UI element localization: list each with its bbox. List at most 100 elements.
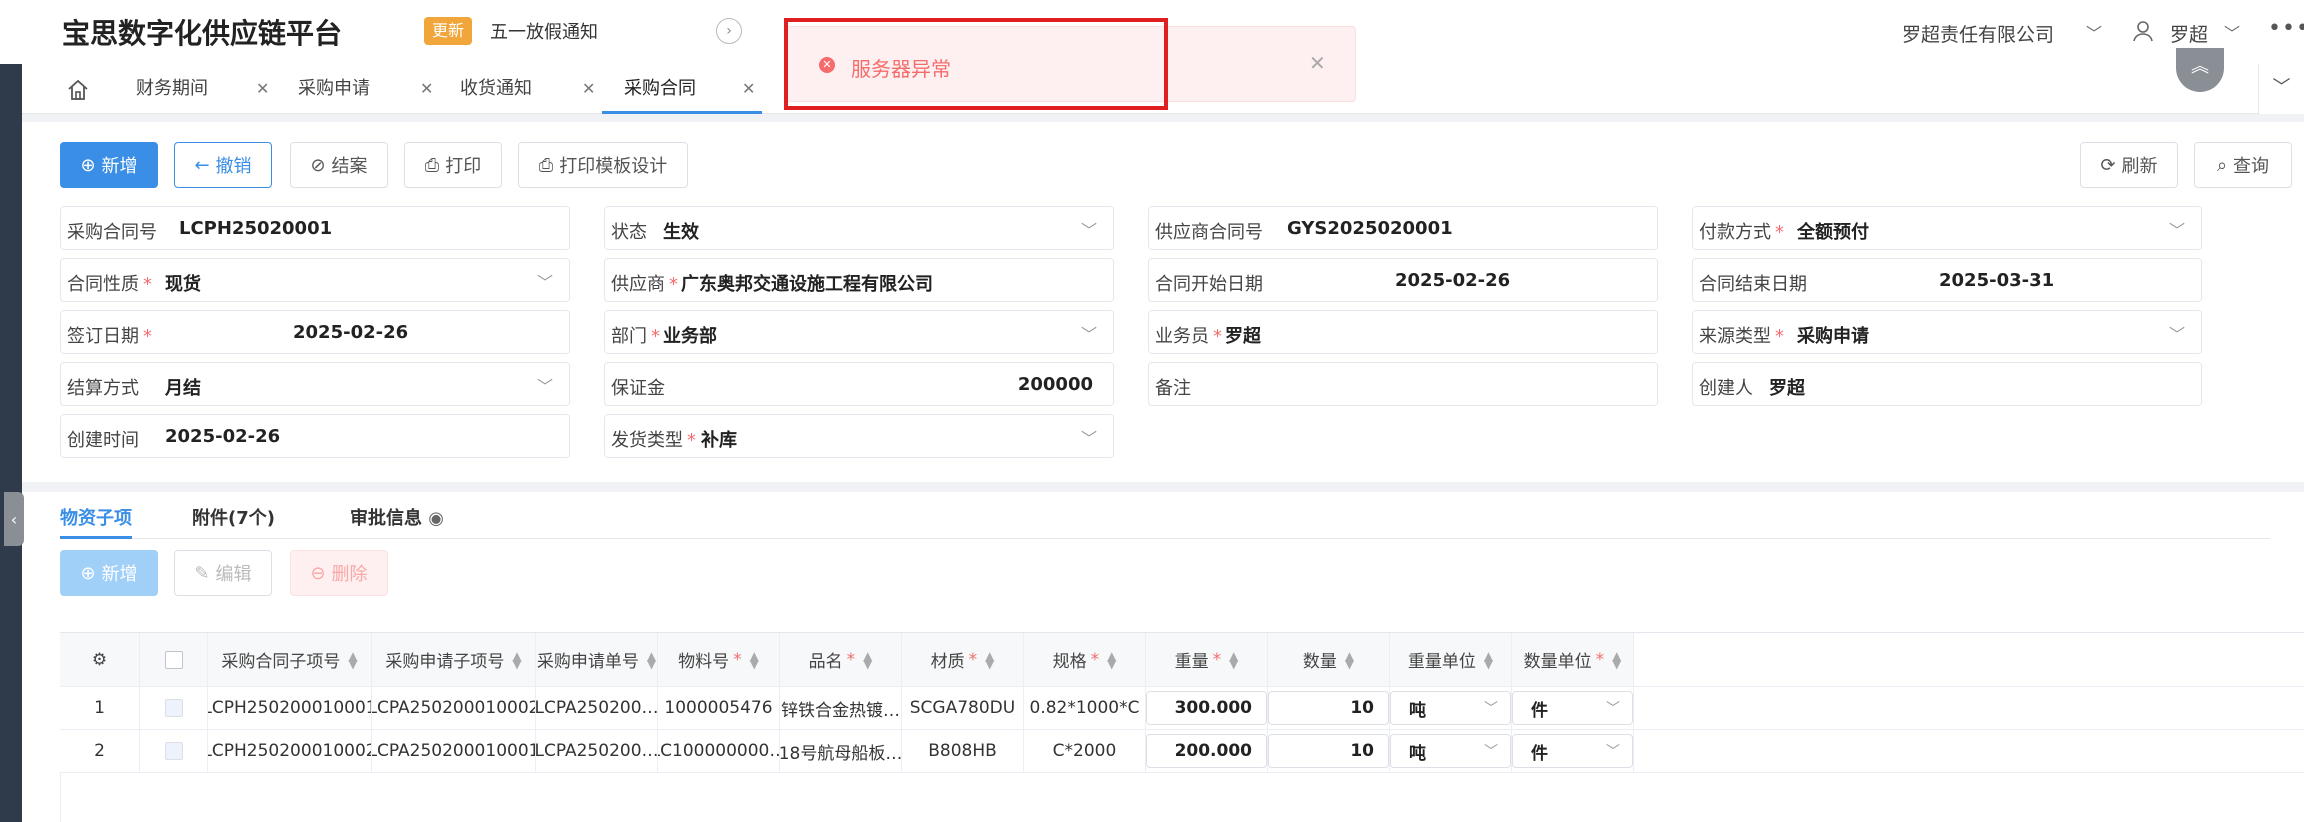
field-label: 合同结束日期 [1699,274,1807,295]
company-selector[interactable]: 罗超责任有限公司 [1902,20,2054,47]
table-header-row: ⚙ 采购合同子项号 ▲ ▼ 采购申请子项号 ▲ ▼ 采购申请单号 ▲ ▼ 物料号 * ▲ ▼ 品名… [60,633,2304,687]
field-label: 部门 [611,326,647,347]
sort-icon[interactable]: ▲ ▼ [348,650,357,670]
row-checkbox-cell [140,730,208,772]
salesman-field[interactable]: 业务员 * 罗超 [1148,310,1658,354]
print-template-button[interactable]: ⎙ 打印模板设计 [518,142,688,188]
quantity-input[interactable]: 10 [1268,691,1389,725]
supplier-contract-no-field[interactable]: 供应商合同号 GYS2025020001 [1148,206,1658,250]
field-label: 创建时间 [67,430,139,451]
row-index: 2 [60,730,140,772]
required-mark: * [1595,649,1605,670]
weight-input[interactable]: 300.000 [1146,691,1267,725]
revoke-button[interactable]: ← 撤销 [174,142,272,188]
checkbox[interactable] [164,650,183,669]
contract-no-field[interactable]: 采购合同号 LCPH25020001 [60,206,570,250]
weight-input[interactable]: 200.000 [1146,734,1267,768]
close-icon[interactable]: ✕ [1309,51,1326,75]
column-header[interactable]: 重量 * ▲ ▼ [1146,633,1268,686]
source-type-select[interactable]: 来源类型 * 采购申请 ﹀ [1692,310,2202,354]
sign-date-field[interactable]: 签订日期 * 2025-02-26 [60,310,570,354]
column-settings-icon[interactable]: ⚙ [60,633,140,686]
required-mark: * [1213,326,1222,347]
print-button[interactable]: ⎙ 打印 [404,142,502,188]
quantity-input[interactable]: 10 [1268,734,1389,768]
payment-method-select[interactable]: 付款方式 * 全额预付 ﹀ [1692,206,2202,250]
qty-unit-select[interactable]: 件 ﹀ [1512,691,1633,725]
close-icon[interactable]: ✕ [420,64,433,114]
more-icon[interactable]: ••• [2268,16,2304,41]
notice-link[interactable]: 五一放假通知 [490,18,598,44]
close-icon[interactable]: ✕ [256,64,269,114]
add-button[interactable]: ⊕ 新增 [60,142,158,188]
sidebar-expand-handle[interactable]: ‹ [4,492,24,546]
column-header[interactable]: 规格 * ▲ ▼ [1024,633,1146,686]
sort-icon[interactable]: ▲ ▼ [1229,650,1238,670]
weight-unit-select[interactable]: 吨 ﹀ [1390,691,1511,725]
home-icon[interactable] [66,78,90,102]
qty-unit-select[interactable]: 件 ﹀ [1512,734,1633,768]
status-select[interactable]: 状态 生效 ﹀ [604,206,1114,250]
column-header[interactable]: 采购申请子项号 ▲ ▼ [372,633,536,686]
query-button[interactable]: ⌕ 查询 [2194,142,2292,188]
field-label: 备注 [1155,378,1191,399]
sort-icon[interactable]: ▲ ▼ [750,650,759,670]
tabs-more-button[interactable]: ﹀ [2258,64,2304,114]
department-select[interactable]: 部门 * 业务部 ﹀ [604,310,1114,354]
chevron-right-icon[interactable]: › [716,18,742,44]
sort-icon[interactable]: ▲ ▼ [1345,650,1354,670]
sort-icon[interactable]: ▲ ▼ [1107,650,1116,670]
column-header[interactable]: 重量单位 ▲ ▼ [1390,633,1512,686]
column-header[interactable]: 品名 * ▲ ▼ [780,633,902,686]
subtab-approval[interactable]: 审批信息 ◉ [350,504,444,530]
checkbox[interactable] [164,742,183,760]
chevron-down-icon: ﹀ [2168,221,2185,240]
remark-field[interactable]: 备注 [1148,362,1658,406]
field-label: 供应商 [611,274,665,295]
subtab-materials[interactable]: 物资子项 [60,504,132,530]
chevron-down-icon[interactable]: ﹀ [2086,20,2102,44]
select-all-checkbox[interactable] [140,633,208,686]
sort-icon[interactable]: ▲ ▼ [1484,650,1493,670]
sort-icon[interactable]: ▲ ▼ [985,650,994,670]
column-header[interactable]: 物料号 * ▲ ▼ [658,633,780,686]
chevron-down-icon: ﹀ [2272,77,2291,98]
refresh-button[interactable]: ⟳ 刷新 [2080,142,2178,188]
sort-icon[interactable]: ▲ ▼ [647,650,656,670]
user-menu[interactable]: 罗超 [2170,20,2208,47]
tab-finance-period[interactable]: 财务期间 ✕ [136,64,269,114]
header-label: 物料号 [678,652,730,672]
weight-unit-select[interactable]: 吨 ﹀ [1390,734,1511,768]
chevron-down-icon[interactable]: ﹀ [2224,20,2240,44]
checkbox[interactable] [164,699,183,717]
close-icon[interactable]: ✕ [582,64,595,114]
delivery-type-select[interactable]: 发货类型 * 补库 ﹀ [604,414,1114,458]
deposit-field[interactable]: 保证金 200000 [604,362,1114,406]
sort-icon[interactable]: ▲ ▼ [1612,650,1621,670]
tab-receipt-notice[interactable]: 收货通知 ✕ [460,64,595,114]
column-header[interactable]: 数量单位 * ▲ ▼ [1512,633,1634,686]
column-header[interactable]: 数量 ▲ ▼ [1268,633,1390,686]
tab-purchase-request[interactable]: 采购申请 ✕ [298,64,433,114]
close-icon[interactable]: ✕ [742,64,755,114]
end-date-field[interactable]: 合同结束日期 2025-03-31 [1692,258,2202,302]
close-case-button[interactable]: ⊘ 结案 [290,142,388,188]
item-edit-button[interactable]: ✎ 编辑 [174,550,272,596]
sort-icon[interactable]: ▲ ▼ [863,650,872,670]
field-value: LCPH25020001 [179,218,333,239]
delete-icon: ⊖ [310,562,326,584]
item-delete-button[interactable]: ⊖ 删除 [290,550,388,596]
sort-icon[interactable]: ▲ ▼ [512,650,521,670]
column-header[interactable]: 材质 * ▲ ▼ [902,633,1024,686]
column-header[interactable]: 采购合同子项号 ▲ ▼ [208,633,372,686]
start-date-field[interactable]: 合同开始日期 2025-02-26 [1148,258,1658,302]
subtab-attachments[interactable]: 附件(7个) [192,504,275,530]
contract-nature-select[interactable]: 合同性质 * 现货 ﹀ [60,258,570,302]
settlement-select[interactable]: 结算方式 月结 ﹀ [60,362,570,406]
column-header[interactable]: 采购申请单号 ▲ ▼ [536,633,658,686]
table-row[interactable]: 2 LCPH250200010002 LCPA250200010001 LCPA… [60,730,2304,773]
table-row[interactable]: 1 LCPH250200010001 LCPA250200010002 LCPA… [60,687,2304,730]
tab-purchase-contract[interactable]: 采购合同 ✕ [602,64,762,114]
supplier-field[interactable]: 供应商 * 广东奥邦交通设施工程有限公司 [604,258,1114,302]
item-add-button[interactable]: ⊕ 新增 [60,550,158,596]
